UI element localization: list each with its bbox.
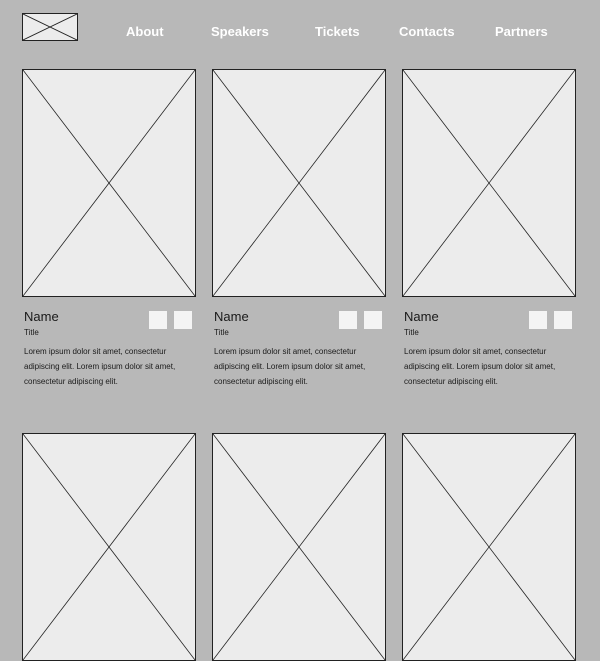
speaker-title: Title (404, 328, 419, 337)
social-link-button[interactable] (174, 311, 192, 329)
logo-placeholder[interactable] (22, 13, 78, 41)
social-link-button[interactable] (339, 311, 357, 329)
image-placeholder-icon (23, 70, 195, 296)
speaker-photo-placeholder (22, 433, 196, 661)
nav-link-partners[interactable]: Partners (495, 24, 548, 40)
speaker-photo-placeholder (22, 69, 196, 297)
nav-link-about[interactable]: About (126, 24, 164, 40)
speaker-card (402, 433, 576, 661)
speaker-description: Lorem ipsum dolor sit amet, consectetur … (214, 347, 366, 386)
speaker-card: Name Title Lorem ipsum dolor sit amet, c… (402, 69, 576, 386)
nav-link-tickets[interactable]: Tickets (315, 24, 360, 40)
image-placeholder-icon (403, 434, 575, 660)
image-placeholder-icon (403, 70, 575, 296)
speaker-photo-placeholder (212, 433, 386, 661)
nav-link-speakers[interactable]: Speakers (211, 24, 269, 40)
social-link-button[interactable] (364, 311, 382, 329)
speaker-name: Name (24, 309, 59, 324)
social-link-button[interactable] (149, 311, 167, 329)
speaker-card (22, 433, 196, 661)
speaker-name: Name (214, 309, 249, 324)
image-placeholder-icon (213, 434, 385, 660)
image-placeholder-icon (23, 434, 195, 660)
speaker-title: Title (214, 328, 229, 337)
social-link-button[interactable] (529, 311, 547, 329)
speaker-name: Name (404, 309, 439, 324)
speaker-description: Lorem ipsum dolor sit amet, consectetur … (404, 347, 556, 386)
speaker-card (212, 433, 386, 661)
social-link-button[interactable] (554, 311, 572, 329)
speaker-title: Title (24, 328, 39, 337)
nav-link-contacts[interactable]: Contacts (399, 24, 455, 40)
image-placeholder-icon (213, 70, 385, 296)
speaker-card: Name Title Lorem ipsum dolor sit amet, c… (22, 69, 196, 386)
speaker-photo-placeholder (402, 69, 576, 297)
speaker-card: Name Title Lorem ipsum dolor sit amet, c… (212, 69, 386, 386)
speaker-photo-placeholder (402, 433, 576, 661)
image-placeholder-icon (23, 14, 77, 40)
speaker-photo-placeholder (212, 69, 386, 297)
speaker-description: Lorem ipsum dolor sit amet, consectetur … (24, 347, 176, 386)
